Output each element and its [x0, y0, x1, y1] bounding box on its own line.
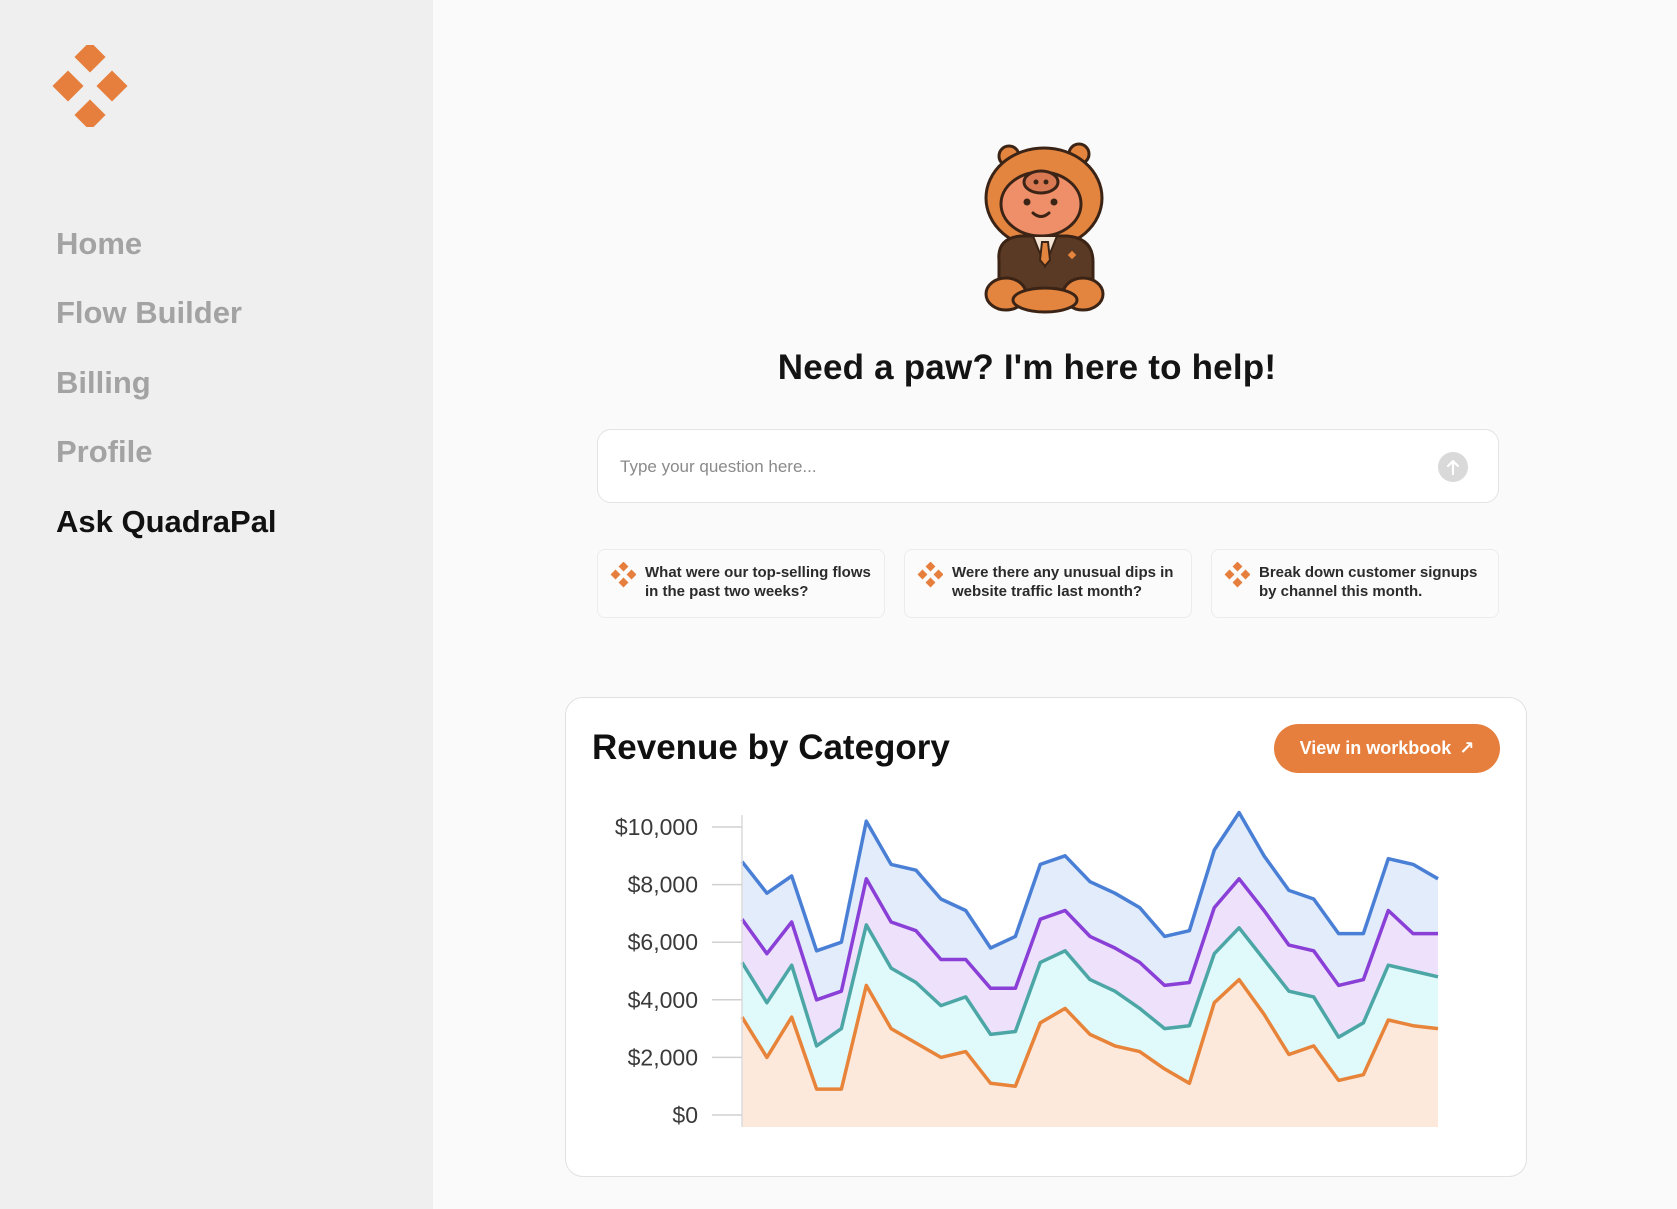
quadra-sparkle-icon: [1224, 561, 1251, 593]
view-in-workbook-label: View in workbook: [1299, 738, 1452, 758]
y-tick-label: $6,000: [628, 929, 698, 955]
sidebar-item-flow-builder[interactable]: Flow Builder: [56, 295, 242, 331]
sidebar-item-home[interactable]: Home: [56, 226, 142, 262]
question-input[interactable]: [618, 448, 1402, 486]
suggestion-card[interactable]: What were our top-selling flows in the p…: [597, 549, 885, 618]
y-tick-label: $10,000: [615, 814, 698, 840]
view-in-workbook-button[interactable]: View in workbook ↗: [1274, 724, 1500, 773]
y-tick-label: $2,000: [628, 1044, 698, 1070]
sidebar-item-ask-quadrapal[interactable]: Ask QuadraPal: [56, 504, 277, 540]
suggestion-text: Were there any unusual dips in website t…: [952, 564, 1174, 600]
bear-mascot-illustration: [981, 142, 1115, 319]
suggestion-card[interactable]: Were there any unusual dips in website t…: [904, 549, 1192, 618]
sidebar-item-billing[interactable]: Billing: [56, 365, 151, 401]
quadra-logo-icon[interactable]: [48, 41, 130, 132]
main-content: Need a paw? I'm here to help! What were …: [433, 0, 1677, 1209]
quadra-sparkle-icon: [917, 561, 944, 593]
assistant-headline: Need a paw? I'm here to help!: [777, 348, 1277, 387]
arrow-up-right-icon: ↗: [1459, 738, 1475, 758]
suggestion-text: What were our top-selling flows in the p…: [645, 564, 871, 600]
quadra-sparkle-icon: [610, 561, 637, 593]
suggestion-text: Break down customer signups by channel t…: [1259, 564, 1478, 600]
sidebar: Home Flow Builder Billing Profile Ask Qu…: [0, 0, 433, 1209]
suggestion-card[interactable]: Break down customer signups by channel t…: [1211, 549, 1499, 618]
y-tick-label: $0: [672, 1102, 698, 1128]
y-tick-label: $8,000: [628, 872, 698, 898]
chart-title: Revenue by Category: [592, 728, 950, 767]
question-input-box: [597, 429, 1499, 503]
sidebar-item-profile[interactable]: Profile: [56, 434, 152, 470]
arrow-up-icon: [1446, 459, 1460, 476]
send-button[interactable]: [1438, 452, 1468, 482]
y-tick-label: $4,000: [628, 987, 698, 1013]
app-window: Home Flow Builder Billing Profile Ask Qu…: [0, 0, 1677, 1209]
revenue-chart-card: $0 $2,000 $4,000 $6,000 $8,000 $10,000 Revenu…: [565, 697, 1527, 1177]
